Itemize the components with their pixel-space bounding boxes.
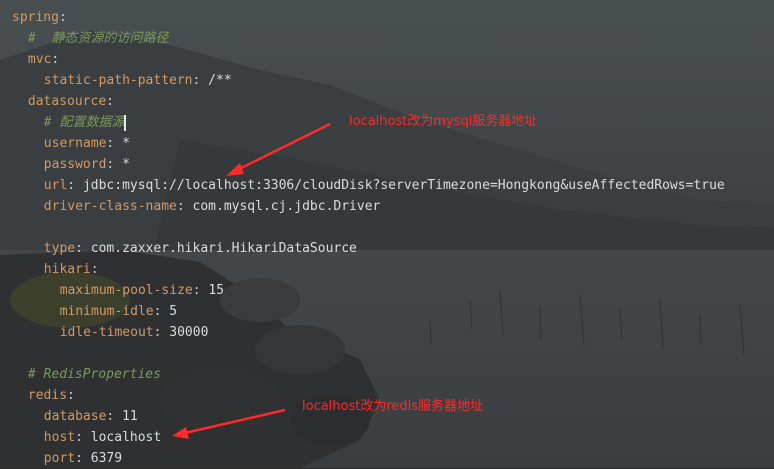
yaml-key: driver-class-name bbox=[43, 199, 177, 214]
yaml-separator: : bbox=[106, 157, 123, 172]
yaml-separator: : bbox=[75, 451, 91, 466]
yaml-separator: : bbox=[75, 430, 91, 445]
code-line[interactable]: static-path-pattern: /** bbox=[44, 70, 232, 91]
code-line[interactable]: port: 6379 bbox=[44, 448, 122, 469]
code-line[interactable]: username: * bbox=[44, 133, 130, 154]
yaml-separator: : bbox=[176, 199, 193, 214]
yaml-value: 11 bbox=[122, 409, 138, 424]
yaml-value: 6379 bbox=[90, 451, 123, 466]
code-line[interactable]: url: jdbc:mysql://localhost:3306/cloudDi… bbox=[44, 175, 725, 196]
yaml-key: port bbox=[43, 451, 76, 466]
yaml-separator: : bbox=[106, 409, 123, 424]
code-line[interactable]: # 静态资源的访问路径 bbox=[28, 28, 168, 49]
yaml-key: mvc bbox=[27, 52, 52, 67]
yaml-comment: # RedisProperties bbox=[27, 367, 161, 382]
yaml-separator: : bbox=[153, 304, 170, 319]
yaml-key: username bbox=[43, 136, 107, 151]
code-line[interactable]: host: localhost bbox=[44, 427, 161, 448]
code-line[interactable]: password: * bbox=[44, 154, 130, 175]
code-line[interactable]: mvc: bbox=[28, 49, 59, 70]
code-line[interactable]: idle-timeout: 30000 bbox=[60, 322, 209, 343]
yaml-separator: : bbox=[90, 262, 99, 277]
code-line[interactable]: minimum-idle: 5 bbox=[60, 301, 177, 322]
code-line[interactable]: driver-class-name: com.mysql.cj.jdbc.Dri… bbox=[44, 196, 381, 217]
yaml-key: redis bbox=[27, 388, 68, 403]
code-line[interactable]: # 配置数据源 bbox=[44, 112, 127, 133]
code-line[interactable]: # RedisProperties bbox=[28, 364, 161, 385]
yaml-separator: : bbox=[192, 73, 209, 88]
yaml-separator: : bbox=[67, 388, 75, 403]
yaml-separator: : bbox=[153, 325, 170, 340]
yaml-separator: : bbox=[67, 178, 83, 193]
code-line[interactable]: maximum-pool-size: 15 bbox=[60, 280, 224, 301]
yaml-separator: : bbox=[58, 10, 67, 25]
yaml-value: 30000 bbox=[169, 325, 209, 340]
yaml-key: maximum-pool-size bbox=[59, 283, 193, 298]
yaml-value: /** bbox=[208, 73, 232, 88]
yaml-key: url bbox=[43, 178, 68, 193]
code-line[interactable]: datasource: bbox=[28, 91, 114, 112]
redis-annotation: localhost改为redis服务器地址 bbox=[302, 399, 484, 414]
yaml-key: idle-timeout bbox=[59, 325, 154, 340]
yaml-separator: : bbox=[192, 283, 209, 298]
yaml-value: localhost bbox=[90, 430, 162, 445]
yaml-value: com.mysql.cj.jdbc.Driver bbox=[192, 199, 381, 214]
yaml-key: minimum-idle bbox=[59, 304, 154, 319]
yaml-key: datasource bbox=[27, 94, 107, 109]
code-line[interactable]: hikari: bbox=[44, 259, 99, 280]
yaml-value: 15 bbox=[208, 283, 225, 298]
yaml-value: jdbc:mysql://localhost:3306/cloudDisk?se… bbox=[82, 178, 725, 193]
yaml-separator: : bbox=[106, 94, 114, 109]
yaml-key: hikari bbox=[43, 262, 91, 277]
code-line[interactable]: spring: bbox=[12, 7, 67, 28]
code-line[interactable]: database: 11 bbox=[44, 406, 138, 427]
yaml-value: com.zaxxer.hikari.HikariDataSource bbox=[90, 241, 357, 256]
yaml-separator: : bbox=[106, 136, 123, 151]
yaml-key: spring bbox=[12, 10, 59, 25]
yaml-value: * bbox=[122, 136, 130, 151]
yaml-separator: : bbox=[51, 52, 60, 67]
text-cursor bbox=[124, 114, 127, 131]
yaml-comment: # 静态资源的访问路径 bbox=[27, 31, 169, 46]
yaml-value: 5 bbox=[169, 304, 178, 319]
yaml-key: host bbox=[43, 430, 76, 445]
yaml-key: database bbox=[43, 409, 107, 424]
yaml-separator: : bbox=[75, 241, 91, 256]
code-line[interactable]: type: com.zaxxer.hikari.HikariDataSource bbox=[44, 238, 357, 259]
yaml-value: * bbox=[122, 157, 130, 172]
code-line[interactable]: redis: bbox=[28, 385, 75, 406]
yaml-key: static-path-pattern bbox=[43, 73, 193, 88]
yaml-key: password bbox=[43, 157, 107, 172]
yaml-key: type bbox=[43, 241, 76, 256]
mysql-annotation: localhost改为mysql服务器地址 bbox=[349, 114, 538, 129]
yaml-comment: # 配置数据源 bbox=[43, 115, 125, 130]
